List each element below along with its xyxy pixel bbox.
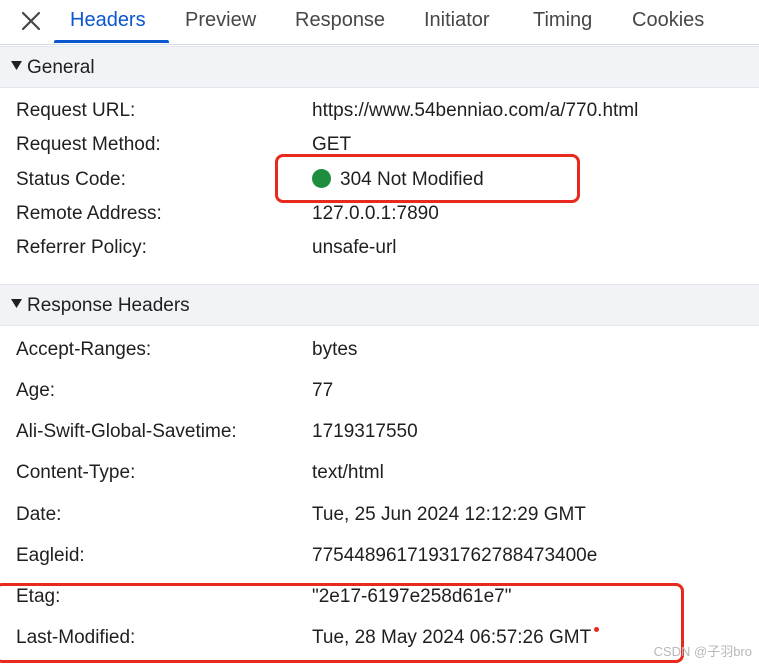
- header-name: Remote Address:: [16, 203, 162, 224]
- active-tab-indicator: [54, 40, 169, 43]
- tab-response[interactable]: Response: [295, 0, 385, 44]
- header-name: Ali-Swift-Global-Savetime:: [16, 421, 237, 442]
- header-name: Request Method:: [16, 134, 161, 155]
- header-value: 77544896171931762788473400e: [312, 545, 598, 566]
- triangle-down-icon: [10, 59, 23, 72]
- response-headers-section-header[interactable]: Response Headers: [0, 284, 759, 326]
- section-title: Response Headers: [27, 295, 190, 316]
- header-value: 77: [312, 380, 334, 401]
- general-section-header[interactable]: General: [0, 46, 759, 88]
- tab-preview[interactable]: Preview: [185, 0, 256, 44]
- close-icon[interactable]: [19, 9, 43, 33]
- header-row: Content-Type: text/html: [0, 456, 759, 490]
- header-value: 1719317550: [312, 421, 418, 442]
- watermark: CSDN @子羽bro: [653, 644, 752, 659]
- header-row: Accept-Ranges: bytes: [0, 333, 759, 367]
- header-value: text/html: [312, 462, 384, 483]
- header-name: Request URL:: [16, 100, 136, 121]
- header-row: Ali-Swift-Global-Savetime: 1719317550: [0, 415, 759, 449]
- triangle-down-icon: [10, 297, 23, 310]
- header-row: Date: Tue, 25 Jun 2024 12:12:29 GMT: [0, 498, 759, 532]
- header-name: Eagleid:: [16, 545, 85, 566]
- header-row: Referrer Policy: unsafe-url: [0, 231, 759, 265]
- tab-timing[interactable]: Timing: [533, 0, 592, 44]
- header-name: Date:: [16, 504, 62, 525]
- header-value: https://www.54benniao.com/a/770.html: [312, 100, 639, 121]
- section-title: General: [27, 57, 95, 78]
- header-name: Content-Type:: [16, 462, 136, 483]
- header-name: Age:: [16, 380, 56, 401]
- status-code-highlight-box: [275, 154, 580, 203]
- header-row: Eagleid: 77544896171931762788473400e: [0, 539, 759, 573]
- tab-bar: Headers Preview Response Initiator Timin…: [0, 0, 759, 45]
- etag-highlight-box: [0, 583, 684, 663]
- header-value: Tue, 25 Jun 2024 12:12:29 GMT: [312, 504, 586, 525]
- header-value: unsafe-url: [312, 237, 397, 258]
- header-name: Status Code:: [16, 169, 126, 190]
- tab-initiator[interactable]: Initiator: [424, 0, 490, 44]
- header-name: Referrer Policy:: [16, 237, 147, 258]
- tab-cookies[interactable]: Cookies: [632, 0, 704, 44]
- annotation-dot: [594, 627, 599, 632]
- header-name: Accept-Ranges:: [16, 339, 152, 360]
- header-row: Age: 77: [0, 374, 759, 408]
- header-value: bytes: [312, 339, 358, 360]
- header-row: Request URL: https://www.54benniao.com/a…: [0, 94, 759, 128]
- tab-headers[interactable]: Headers: [70, 0, 146, 44]
